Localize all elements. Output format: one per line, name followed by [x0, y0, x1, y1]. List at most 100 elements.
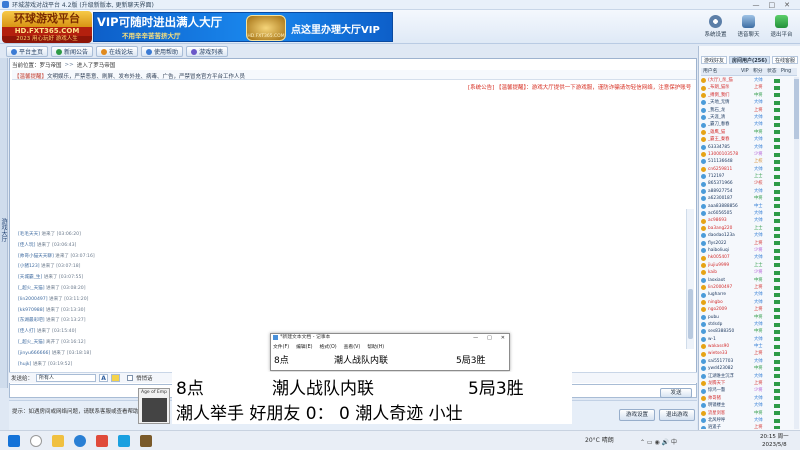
chat-log-user[interactable]: [_超火_天猫]: [18, 340, 45, 345]
tab-friends[interactable]: 游戏好友: [701, 56, 728, 64]
user-row[interactable]: stdsdp 大帅: [701, 321, 793, 328]
user-row[interactable]: w-1 大帅: [701, 336, 793, 343]
search-icon[interactable]: [30, 435, 42, 447]
user-row[interactable]: 712197 上士: [701, 173, 793, 180]
chat-log-user[interactable]: [hujk]: [18, 362, 31, 367]
chat-log-user[interactable]: [_超火_天猫]: [18, 286, 45, 291]
menu-help[interactable]: 帮助(H): [367, 343, 384, 350]
whisper-checkbox[interactable]: [127, 375, 134, 381]
menu-format[interactable]: 格式(O): [319, 343, 336, 350]
user-row[interactable]: lugharre 大帅: [701, 291, 793, 298]
close-icon[interactable]: ✕: [784, 1, 790, 9]
user-row[interactable]: _霸王_秦春 大帅: [701, 136, 793, 143]
user-row[interactable]: laoxiaot 中将: [701, 277, 793, 284]
taskbar-preview-window[interactable]: Age of Emp: [138, 388, 170, 424]
chat-scrollbar[interactable]: [686, 209, 694, 349]
tab-room-users[interactable]: 房间用户(256): [729, 56, 771, 64]
user-row[interactable]: wakass90 中士: [701, 343, 793, 350]
user-row[interactable]: (大厅)_杀_猫 大帅: [701, 77, 793, 84]
toolbar-help[interactable]: 使用帮助: [141, 46, 184, 57]
system-tray[interactable]: ⌃ ▭ ◉ 🔊 中: [640, 437, 677, 446]
notepad-text-area[interactable]: 8点 潮人战队内联 5局3胜: [274, 353, 506, 367]
chat-log-user[interactable]: [帅哥小猫天天聊]: [18, 254, 54, 259]
taskbar-clock[interactable]: 20:15 周一 2023/5/8: [760, 433, 789, 449]
user-row[interactable]: a62300187 中将: [701, 195, 793, 202]
user-row[interactable]: _霸刀_春春 大帅: [701, 121, 793, 128]
user-row[interactable]: 北风呼呼 大帅: [701, 417, 793, 424]
chat-log-user[interactable]: [kk970988]: [18, 308, 44, 313]
menu-view[interactable]: 查看(V): [344, 343, 361, 350]
browser-icon[interactable]: [74, 435, 86, 447]
toolbar-forum[interactable]: 在线论坛: [96, 46, 139, 57]
notepad-window[interactable]: *新建文本文档 - 记事本 — □ ✕ 文件(F) 编辑(E) 格式(O) 查看…: [270, 333, 510, 371]
chat-log-user[interactable]: [毛毛天天]: [18, 232, 40, 237]
user-row[interactable]: 惊鸿一瞥 少将: [701, 387, 793, 394]
user-row[interactable]: jiujiu9999 上士: [701, 262, 793, 269]
col-ping[interactable]: Ping: [781, 68, 795, 75]
toolbar-home[interactable]: 平台主页: [6, 46, 49, 57]
user-row[interactable]: 511136648 上校: [701, 158, 793, 165]
chat-log-user[interactable]: [佳人玩]: [18, 243, 35, 248]
user-row[interactable]: _雄鹰_猫 中将: [701, 129, 793, 136]
font-style-button[interactable]: A: [99, 374, 109, 382]
user-row[interactable]: ac6056505 大帅: [701, 210, 793, 217]
game-settings-button[interactable]: 游戏设置: [619, 409, 655, 421]
user-row[interactable]: _布朗_猫杀 上将: [701, 84, 793, 91]
user-row[interactable]: 13000103578 少将: [701, 151, 793, 158]
user-row[interactable]: ses8388350 中将: [701, 328, 793, 335]
chat-log-user[interactable]: [东湖最彩吧]: [18, 318, 45, 323]
menu-edit[interactable]: 编辑(E): [296, 343, 312, 350]
voice-chat-button[interactable]: 语音聊天: [733, 12, 764, 42]
user-row[interactable]: _我石_龙 上将: [701, 107, 793, 114]
chat-log-user[interactable]: [jinyu666666]: [18, 351, 50, 356]
breadcrumb-location[interactable]: 当前位置：罗马帝国: [12, 61, 62, 69]
recipient-select[interactable]: 所有人: [36, 374, 97, 382]
user-row[interactable]: ywd423082 中将: [701, 365, 793, 372]
scroll-thumb[interactable]: [688, 289, 693, 339]
user-row[interactable]: daodao123a 大帅: [701, 232, 793, 239]
user-row[interactable]: 63334785 大帅: [701, 144, 793, 151]
maximize-icon[interactable]: □: [769, 1, 776, 9]
user-row[interactable]: ningbo 大帅: [701, 299, 793, 306]
left-rail[interactable]: 游戏大厅: [0, 58, 8, 388]
chat-log-user[interactable]: [佳人打]: [18, 329, 35, 334]
user-row[interactable]: 流星剑客 中将: [701, 410, 793, 417]
user-row[interactable]: sai5517703 大帅: [701, 358, 793, 365]
user-row[interactable]: 龙腾天下 上将: [701, 380, 793, 387]
user-row[interactable]: ba3ang220 上士: [701, 225, 793, 232]
color-picker-button[interactable]: [111, 374, 121, 382]
vip-banner[interactable]: VIP可随时进出满人大厅 不用辛辛苦苦挤大厅 HD.FXT365.COM 点这里…: [93, 12, 393, 42]
user-row[interactable]: ngo2009 上将: [701, 306, 793, 313]
user-row[interactable]: kaib 少将: [701, 269, 793, 276]
toolbar-game-list[interactable]: 游戏列表: [186, 46, 229, 57]
minimize-icon[interactable]: —: [753, 1, 760, 9]
user-row[interactable]: 明镜楼主 大帅: [701, 402, 793, 409]
user-row[interactable]: a88927754 大帅: [701, 188, 793, 195]
user-row[interactable]: aaa83888856 中士: [701, 203, 793, 210]
user-row[interactable]: hk005407 大帅: [701, 254, 793, 261]
chat-log-user[interactable]: [天城霸_生]: [18, 275, 42, 280]
user-scroll-thumb[interactable]: [794, 79, 799, 139]
weather-widget[interactable]: 20°C 晴朗: [585, 435, 614, 444]
user-row[interactable]: flys2022 上将: [701, 240, 793, 247]
app-icon-red[interactable]: [96, 435, 108, 447]
user-list-scrollbar[interactable]: [794, 77, 799, 429]
user-row[interactable]: _搏倒_我们 中将: [701, 92, 793, 99]
user-row[interactable]: ac98693 大帅: [701, 217, 793, 224]
tab-support[interactable]: 在线客服: [772, 56, 799, 64]
chat-log-user[interactable]: [lin2000497]: [18, 297, 48, 302]
user-row[interactable]: wietse33 上将: [701, 350, 793, 357]
user-row[interactable]: _天地_无情 大帅: [701, 99, 793, 106]
exit-game-button[interactable]: 退出游戏: [659, 409, 695, 421]
user-row[interactable]: 帅哥猪 大帅: [701, 395, 793, 402]
user-row[interactable]: cn6259811 大帅: [701, 166, 793, 173]
user-row[interactable]: _天涯_清 大帅: [701, 114, 793, 121]
game-icon[interactable]: [140, 435, 152, 447]
user-row[interactable]: 865371966 少校: [701, 180, 793, 187]
col-status[interactable]: 状态: [767, 68, 781, 75]
exit-platform-button[interactable]: 退出平台: [766, 12, 797, 42]
qq-icon[interactable]: [118, 435, 130, 447]
user-row[interactable]: 江湖谁主沉浮 大帅: [701, 373, 793, 380]
settings-button[interactable]: 系统设置: [700, 12, 731, 42]
file-explorer-icon[interactable]: [52, 435, 64, 447]
